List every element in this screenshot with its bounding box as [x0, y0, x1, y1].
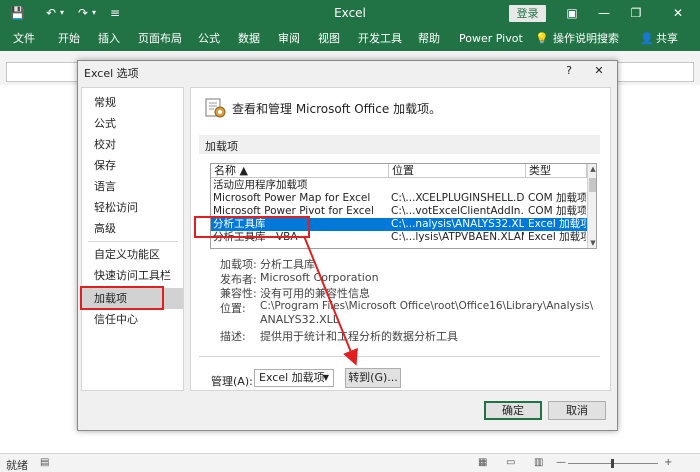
manage-select[interactable]: Excel 加载项 ▼	[254, 369, 334, 387]
tab-help[interactable]: 帮助	[418, 31, 440, 47]
nav-item-general[interactable]: 常规	[82, 92, 183, 113]
manage-select-value: Excel 加载项	[259, 371, 325, 384]
minimize-icon[interactable]: —	[590, 3, 618, 23]
page-break-view-icon[interactable]: ▥	[534, 457, 543, 468]
table-scrollbar[interactable]: ▲ ▼	[587, 164, 596, 248]
detail-compat-label: 兼容性:	[220, 287, 257, 300]
ribbon-tabs: 文件 开始 插入 页面布局 公式 数据 审阅 视图 开发工具 帮助 Power …	[0, 27, 700, 51]
nav-item-formulas[interactable]: 公式	[82, 113, 183, 134]
excel-options-dialog: Excel 选项 ? ✕ 常规 公式 校对 保存 语言 轻松访问 高级 自定义功…	[77, 60, 618, 431]
section-bar: 加载项	[199, 135, 600, 154]
cancel-button[interactable]: 取消	[548, 401, 606, 420]
nav-item-language[interactable]: 语言	[82, 176, 183, 197]
tab-page-layout[interactable]: 页面布局	[138, 31, 182, 47]
page-layout-view-icon[interactable]: ▭	[506, 457, 515, 468]
manage-label: 管理(A):	[211, 375, 253, 388]
scroll-down-icon[interactable]: ▼	[588, 238, 596, 248]
close-window-icon[interactable]: ✕	[664, 3, 692, 23]
tab-insert[interactable]: 插入	[98, 31, 120, 47]
title-bar: 💾 ↶ ▾ ↷ ▾ ≡ Excel 登录 ▣ — ❐ ✕	[0, 0, 700, 27]
zoom-out-icon[interactable]: —	[556, 457, 566, 468]
help-icon[interactable]: ?	[559, 63, 579, 79]
tab-formulas[interactable]: 公式	[198, 31, 220, 47]
row-location: C:\...lysis\ATPVBAEN.XLAM	[391, 231, 524, 243]
row-name: Microsoft Power Map for Excel	[213, 192, 371, 204]
restore-icon[interactable]: ❐	[622, 3, 650, 23]
addins-pane: 查看和管理 Microsoft Office 加载项。 加载项 名称 ▲ 位置 …	[190, 87, 611, 391]
login-button[interactable]: 登录	[509, 5, 546, 22]
column-header-type[interactable]: 类型	[526, 164, 587, 178]
table-row[interactable]: Microsoft Power Map for Excel C:\...XCEL…	[211, 192, 587, 205]
options-nav: 常规 公式 校对 保存 语言 轻松访问 高级 自定义功能区 快速访问工具栏 加载…	[81, 87, 184, 391]
column-header-name[interactable]: 名称 ▲	[211, 164, 389, 178]
nav-item-save[interactable]: 保存	[82, 155, 183, 176]
nav-item-quick-access-toolbar[interactable]: 快速访问工具栏	[82, 265, 183, 286]
detail-addin-label: 加载项:	[220, 258, 257, 271]
detail-addin-value: 分析工具库	[260, 258, 315, 271]
scroll-up-icon[interactable]: ▲	[588, 164, 596, 174]
tab-view[interactable]: 视图	[318, 31, 340, 47]
detail-compat-value: 没有可用的兼容性信息	[260, 287, 370, 300]
ribbon-display-icon[interactable]: ▣	[558, 3, 586, 23]
row-location: C:\...nalysis\ANALYS32.XLL	[391, 218, 524, 230]
nav-item-accessibility[interactable]: 轻松访问	[82, 197, 183, 218]
detail-publisher-value: Microsoft Corporation	[260, 271, 379, 284]
nav-separator	[88, 241, 178, 242]
detail-desc-label: 描述:	[220, 330, 246, 343]
row-type: COM 加载项	[528, 192, 586, 204]
status-ready: 就绪	[6, 459, 28, 472]
status-bar: 就绪 ▤ ▦ ▭ ▥ — +	[0, 453, 700, 472]
annotation-highlight-nav	[80, 286, 164, 310]
annotation-highlight-row	[194, 216, 310, 238]
zoom-slider-thumb[interactable]	[611, 459, 614, 468]
normal-view-icon[interactable]: ▦	[478, 457, 487, 468]
detail-location-value-2: ANALYS32.XLL	[260, 313, 339, 326]
row-type: COM 加载项	[528, 205, 586, 217]
nav-item-trust-center[interactable]: 信任中心	[82, 309, 183, 330]
dialog-title: Excel 选项	[84, 67, 139, 80]
tell-me-search[interactable]: 操作说明搜索	[553, 31, 619, 47]
nav-item-customize-ribbon[interactable]: 自定义功能区	[82, 244, 183, 265]
row-location: C:\...XCELPLUGINSHELL.DLL	[391, 192, 524, 204]
tab-power-pivot[interactable]: Power Pivot	[459, 31, 523, 47]
macro-record-icon[interactable]: ▤	[40, 457, 49, 468]
share-icon: 👤	[640, 32, 654, 45]
addins-gear-icon	[205, 98, 226, 118]
ok-button[interactable]: 确定	[484, 401, 542, 420]
chevron-down-icon: ▼	[322, 373, 329, 382]
nav-item-advanced[interactable]: 高级	[82, 218, 183, 239]
table-group-row: 活动应用程序加载项	[211, 179, 587, 192]
row-type: Excel 加载项	[528, 231, 586, 243]
zoom-in-icon[interactable]: +	[664, 457, 672, 468]
detail-location-value-1: C:\Program Files\Microsoft Office\root\O…	[260, 300, 594, 312]
pane-divider	[199, 356, 600, 357]
detail-location-label: 位置:	[220, 302, 246, 315]
section-label: 加载项	[205, 140, 238, 153]
tab-home[interactable]: 开始	[58, 31, 80, 47]
nav-item-proofing[interactable]: 校对	[82, 134, 183, 155]
row-type: Excel 加载项	[528, 218, 586, 230]
goto-button[interactable]: 转到(G)...	[345, 368, 401, 388]
tab-file[interactable]: 文件	[13, 31, 35, 47]
pane-header: 查看和管理 Microsoft Office 加载项。	[232, 102, 442, 116]
group-label-active: 活动应用程序加载项	[213, 179, 308, 191]
tab-developer[interactable]: 开发工具	[358, 31, 402, 47]
scroll-thumb[interactable]	[589, 178, 596, 192]
close-icon[interactable]: ✕	[589, 63, 609, 79]
row-location: C:\...votExcelClientAddIn.dll	[391, 205, 524, 217]
lightbulb-icon: 💡	[535, 32, 549, 45]
tab-data[interactable]: 数据	[238, 31, 260, 47]
detail-desc-value: 提供用于统计和工程分析的数据分析工具	[260, 330, 458, 343]
tab-review[interactable]: 审阅	[278, 31, 300, 47]
column-header-location[interactable]: 位置	[389, 164, 526, 178]
share-button[interactable]: 共享	[656, 31, 678, 47]
